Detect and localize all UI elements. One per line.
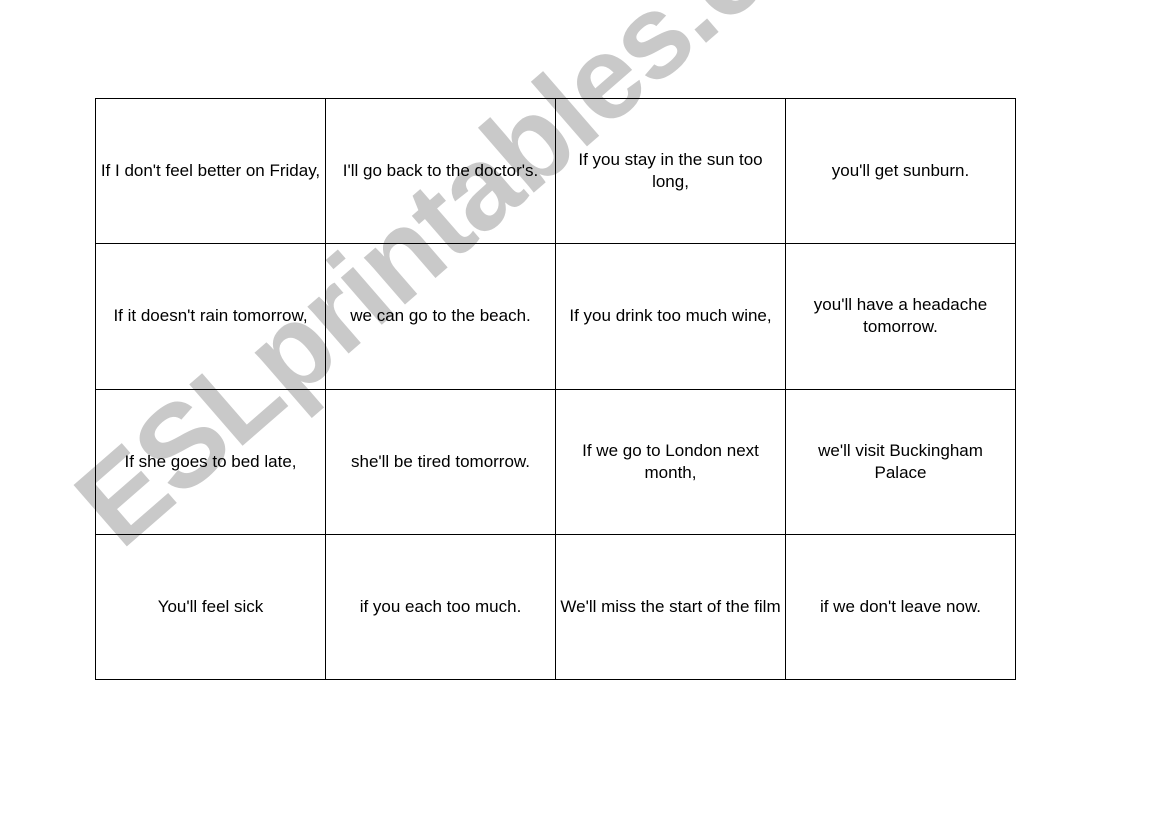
card-cell: if we don't leave now. [785, 533, 1016, 681]
card-cell: If you stay in the sun too long, [555, 97, 786, 245]
card-grid: If I don't feel better on Friday, I'll g… [95, 97, 1016, 681]
card-row: You'll feel sick if you each too much. W… [95, 533, 1016, 681]
card-row: If she goes to bed late, she'll be tired… [95, 388, 1016, 535]
card-cell: If it doesn't rain tomorrow, [95, 243, 326, 390]
card-row: If I don't feel better on Friday, I'll g… [95, 97, 1016, 245]
card-cell: she'll be tired tomorrow. [325, 388, 556, 535]
card-cell: You'll feel sick [95, 533, 326, 681]
card-cell: we'll visit Buckingham Palace [785, 388, 1016, 535]
card-cell: If she goes to bed late, [95, 388, 326, 535]
card-cell: you'll have a headache tomorrow. [785, 243, 1016, 390]
card-cell: If I don't feel better on Friday, [95, 97, 326, 245]
card-row: If it doesn't rain tomorrow, we can go t… [95, 243, 1016, 390]
card-cell: we can go to the beach. [325, 243, 556, 390]
card-cell: you'll get sunburn. [785, 97, 1016, 245]
card-cell: If you drink too much wine, [555, 243, 786, 390]
card-cell: If we go to London next month, [555, 388, 786, 535]
card-cell: if you each too much. [325, 533, 556, 681]
card-cell: We'll miss the start of the film [555, 533, 786, 681]
card-cell: I'll go back to the doctor's. [325, 97, 556, 245]
